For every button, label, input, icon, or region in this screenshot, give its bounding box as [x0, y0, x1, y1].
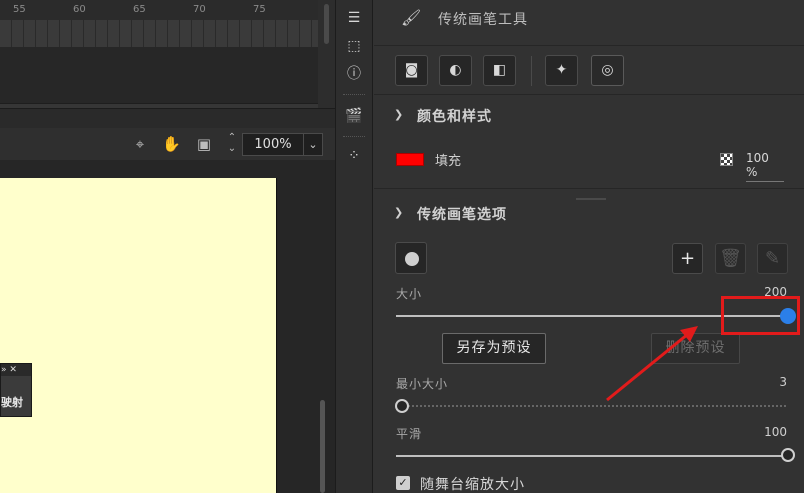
ruler-label: 70 — [193, 4, 206, 15]
transform-icon[interactable]: ⬚ — [345, 37, 363, 55]
paintbrush-icon: 🖌 — [401, 8, 422, 27]
min-size-slider-thumb[interactable] — [394, 399, 409, 413]
section-brush-options[interactable]: ❯ 传统画笔选项 — [374, 200, 804, 230]
fill-label: 填充 — [435, 154, 462, 169]
chevron-down-icon: ❯ — [394, 206, 404, 219]
panel-icon-strip: ☰ ⬚ ⓘ 🎬 ⁘ — [335, 0, 373, 493]
stage-canvas[interactable] — [0, 178, 277, 493]
properties-panel: 🖌 传统画笔工具 ◙ ◐ ◧ ✦ ◎ ❯ 颜色和样式 填充 100 % ❯ 传统… — [374, 0, 804, 493]
tool-options-row: ◙ ◐ ◧ ✦ ◎ — [374, 45, 804, 95]
clip-content-icon[interactable]: ▣ — [195, 135, 213, 153]
align-icon[interactable]: ☰ — [345, 9, 363, 27]
stage-area[interactable]: » ✕ 驶射 — [0, 160, 335, 493]
scrollbar-thumb[interactable] — [324, 4, 329, 44]
ruler-label: 60 — [73, 4, 86, 15]
min-size-label: 最小大小 — [396, 377, 449, 391]
section-title: 传统画笔选项 — [417, 207, 507, 223]
timeline-vertical-scrollbar[interactable] — [318, 0, 335, 108]
circle-brush-icon — [405, 252, 419, 266]
alpha-value[interactable]: 100 % — [746, 151, 784, 182]
zoom-dropdown-chevron-icon[interactable]: ⌄ — [304, 133, 323, 156]
delete-icon[interactable]: 🗑 — [715, 243, 746, 274]
strip-separator — [343, 94, 365, 96]
floating-panel-text: 驶射 — [1, 396, 23, 409]
size-label: 大小 — [396, 287, 423, 301]
add-preset-button[interactable]: + — [672, 243, 703, 274]
brush-preset-button[interactable] — [395, 242, 427, 274]
dots-icon[interactable]: ⁘ — [345, 147, 363, 165]
smooth-slider-thumb[interactable] — [781, 448, 795, 462]
timeline-ruler[interactable]: 55 60 65 70 75 — [0, 0, 318, 20]
chevron-down-icon: ❯ — [394, 108, 404, 121]
ruler-label: 55 — [13, 4, 26, 15]
min-size-value[interactable]: 3 — [779, 375, 787, 389]
floating-panel-header[interactable]: » ✕ — [1, 364, 31, 376]
smooth-slider-track[interactable] — [396, 455, 788, 457]
stage-tab-bar — [0, 108, 335, 128]
object-drawing-button[interactable]: ◙ — [395, 55, 428, 86]
info-icon[interactable]: ⓘ — [345, 65, 363, 83]
scale-with-stage-checkbox[interactable]: ✓ — [396, 476, 410, 490]
section-title: 颜色和样式 — [417, 109, 492, 125]
zoom-input[interactable]: 100% — [242, 133, 304, 156]
timeline-frames[interactable] — [0, 20, 318, 47]
alpha-checker-icon — [720, 153, 733, 166]
tool-header: 🖌 传统画笔工具 — [374, 0, 804, 38]
center-stage-icon[interactable]: ⌖ — [131, 135, 149, 153]
pressure-button[interactable]: ◎ — [591, 55, 624, 86]
section-color-style[interactable]: ❯ 颜色和样式 — [374, 102, 804, 132]
floating-panel[interactable]: » ✕ 驶射 — [0, 363, 32, 417]
delete-preset-button[interactable]: 删除预设 — [651, 333, 740, 364]
edit-pencil-icon[interactable]: ✎ — [757, 243, 788, 274]
timeline-layers-area[interactable] — [0, 47, 318, 103]
stage-vertical-scrollbar[interactable] — [320, 400, 325, 493]
tool-title: 传统画笔工具 — [438, 12, 528, 28]
smooth-value[interactable]: 100 — [764, 425, 787, 439]
clapperboard-icon[interactable]: 🎬 — [345, 107, 363, 125]
save-preset-button[interactable]: 另存为预设 — [442, 333, 546, 364]
ruler-label: 65 — [133, 4, 146, 15]
document-area: 55 60 65 70 75 ⌖ ✋ ▣ ⌃ ⌄ 100% ⌄ » ✕ 驶射 — [0, 0, 335, 493]
stage-toolbar: ⌖ ✋ ▣ ⌃ ⌄ 100% ⌄ — [0, 128, 335, 160]
min-size-slider-track[interactable] — [396, 405, 788, 407]
zoom-stepper-icon[interactable]: ⌃ ⌄ — [226, 132, 238, 156]
magic-wand-button[interactable]: ✦ — [545, 55, 578, 86]
fill-color-swatch[interactable] — [396, 153, 424, 166]
section-divider — [374, 188, 804, 200]
smooth-label: 平滑 — [396, 427, 423, 441]
rotate-hand-icon[interactable]: ✋ — [162, 135, 181, 153]
lock-fill-button[interactable]: ◧ — [483, 55, 516, 86]
ruler-label: 75 — [253, 4, 266, 15]
brush-shape-button[interactable]: ◐ — [439, 55, 472, 86]
strip-separator — [343, 136, 365, 138]
scale-with-stage-label: 随舞台缩放大小 — [420, 477, 525, 493]
annotation-highlight-box — [721, 296, 800, 335]
toolbar-separator — [531, 56, 532, 86]
